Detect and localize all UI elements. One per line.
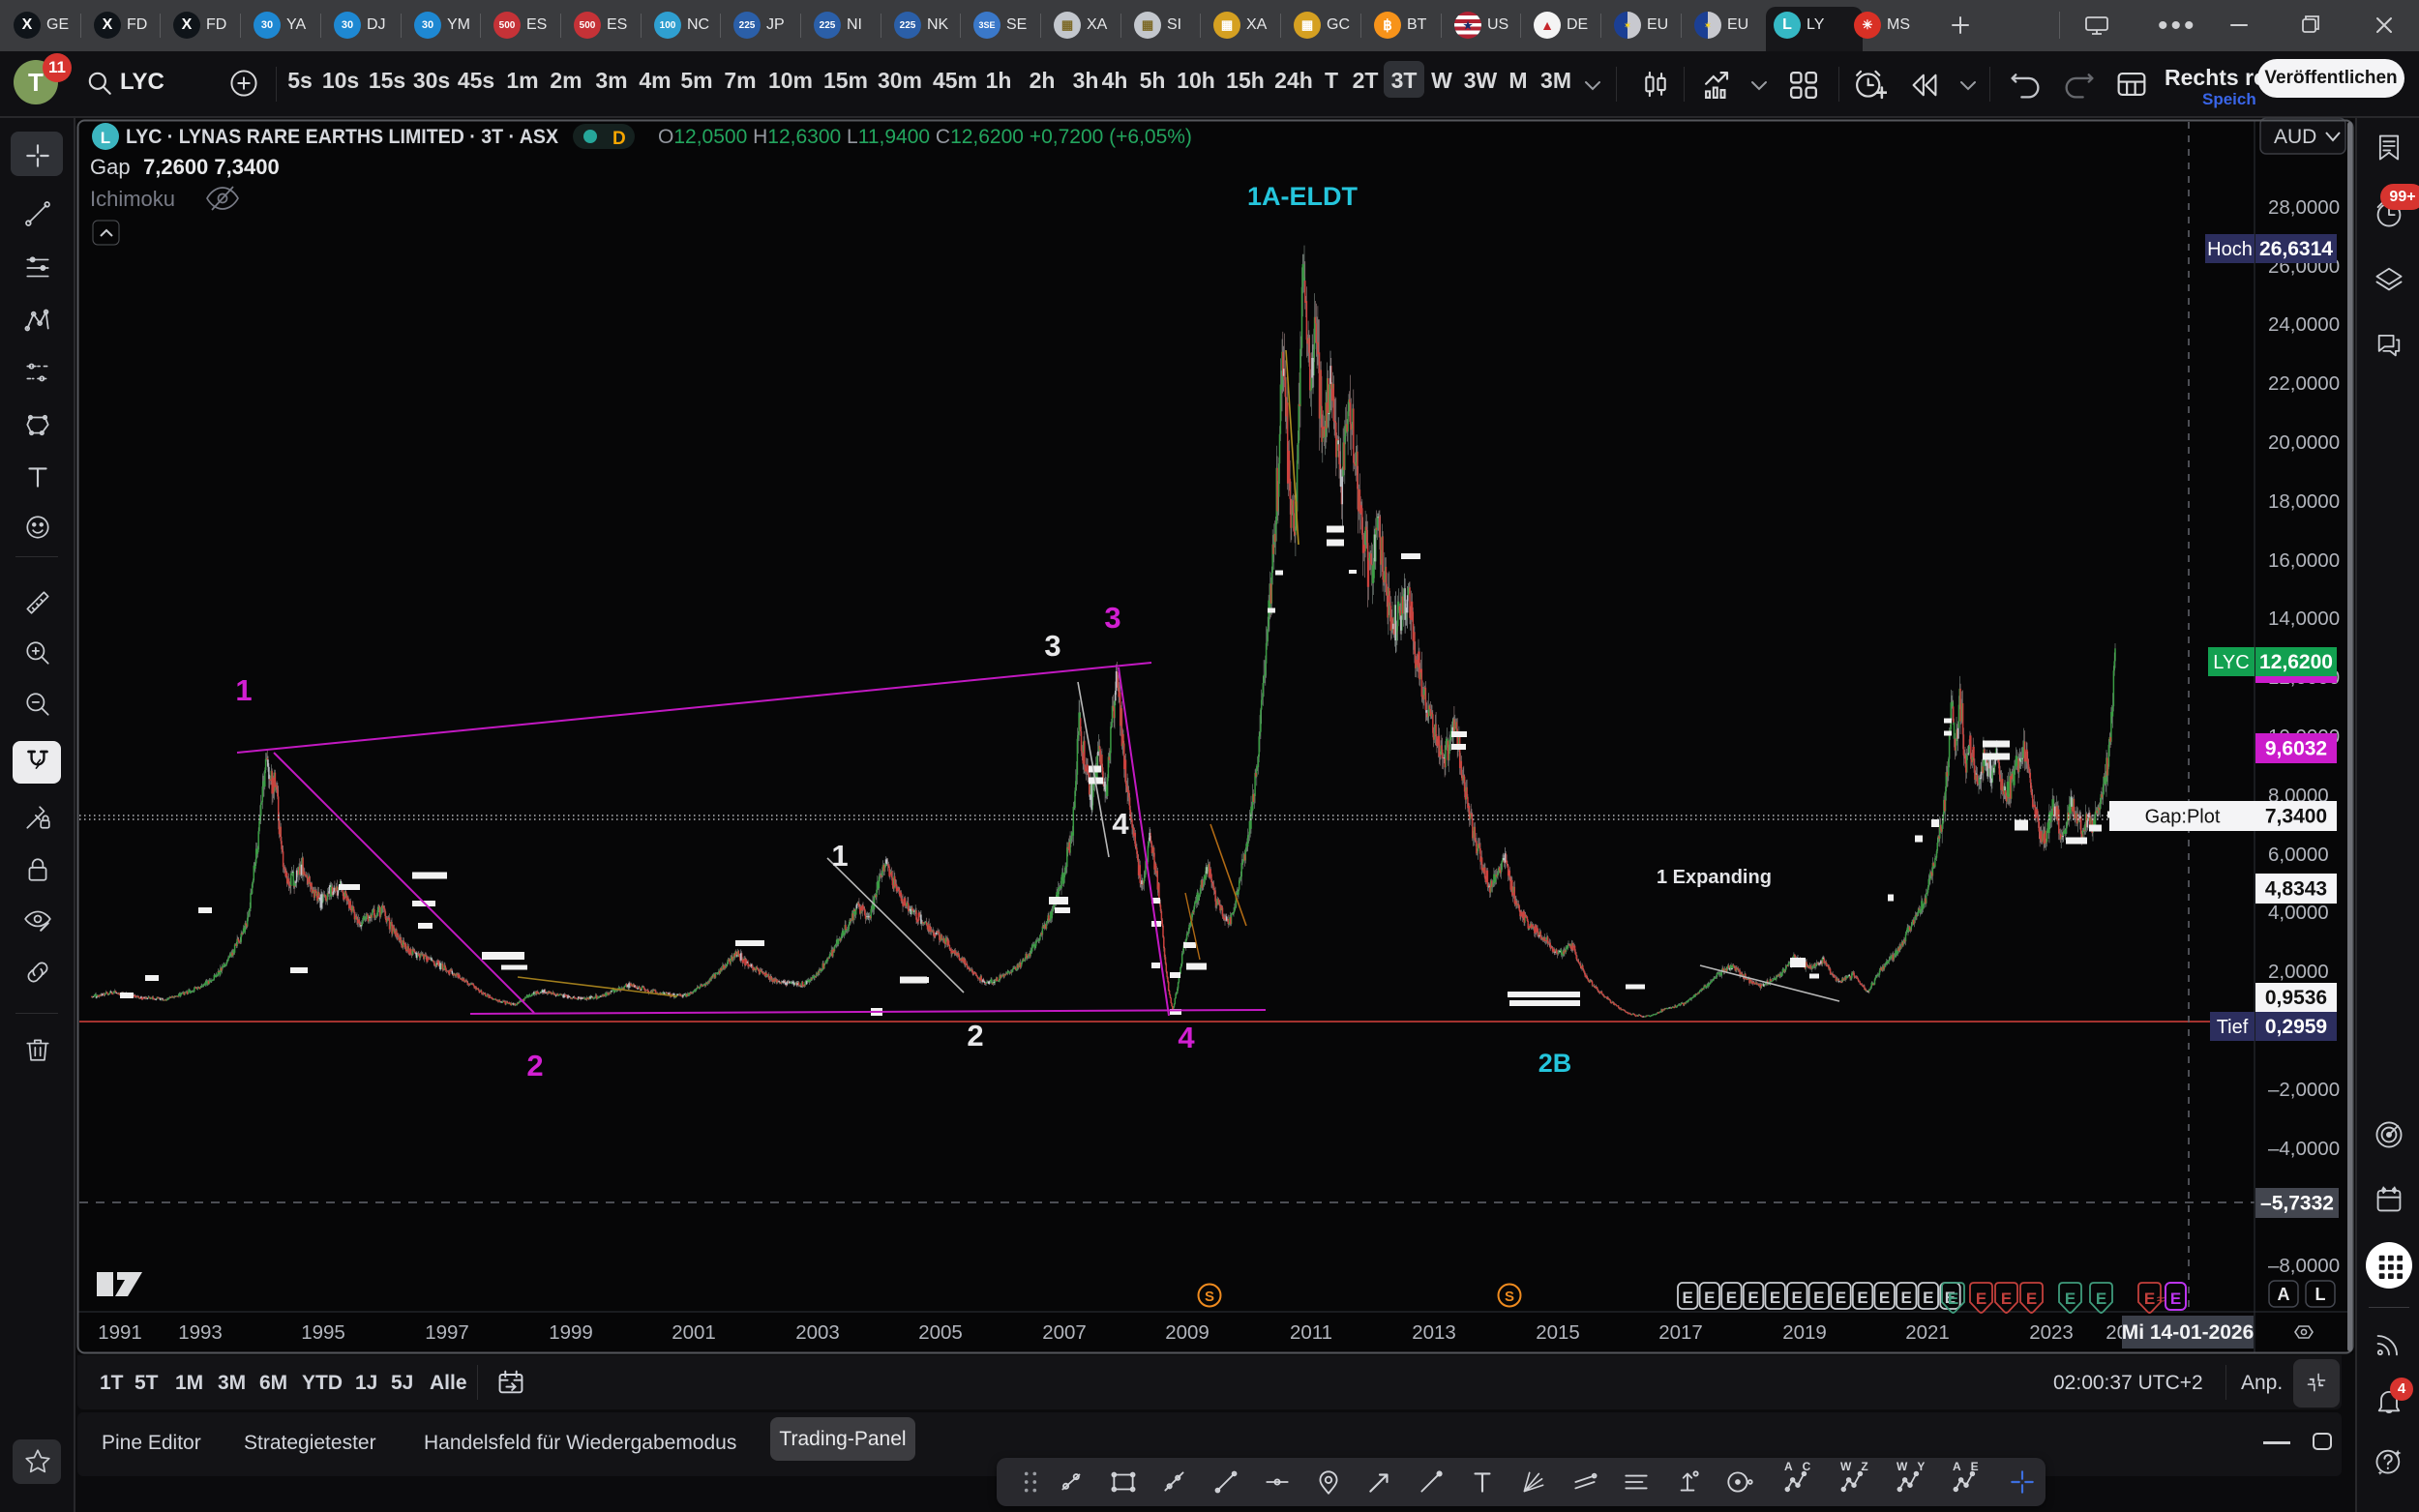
svg-text:E: E <box>1976 1290 1986 1308</box>
svg-text:E: E <box>1683 1289 1693 1307</box>
svg-text:14,0000: 14,0000 <box>2268 608 2340 630</box>
svg-text:2009: 2009 <box>1165 1321 1210 1344</box>
svg-text:Gap:Plot: Gap:Plot <box>2145 807 2221 828</box>
svg-text:2015: 2015 <box>1536 1321 1580 1344</box>
svg-text:16,0000: 16,0000 <box>2268 549 2340 572</box>
svg-text:–5,7332: –5,7332 <box>2260 1193 2334 1215</box>
svg-text:24,0000: 24,0000 <box>2268 313 2340 336</box>
svg-text:28,0000: 28,0000 <box>2268 196 2340 219</box>
svg-text:E: E <box>1901 1289 1912 1307</box>
svg-text:S: S <box>1205 1289 1214 1305</box>
svg-text:O12,0500 H12,6300 L11,9400 C12: O12,0500 H12,6300 L11,9400 C12,6200 +0,7… <box>658 126 1192 148</box>
svg-text:2017: 2017 <box>1658 1321 1703 1344</box>
svg-text:–4,0000: –4,0000 <box>2268 1138 2340 1160</box>
svg-text:≈: ≈ <box>2157 1291 2165 1308</box>
svg-text:E: E <box>1704 1289 1715 1307</box>
svg-text:2,0000: 2,0000 <box>2268 961 2329 983</box>
svg-text:E: E <box>2065 1290 2076 1308</box>
svg-text:1999: 1999 <box>549 1321 593 1344</box>
svg-text:3: 3 <box>1104 601 1120 635</box>
svg-text:1A-ELDT: 1A-ELDT <box>1247 182 1359 211</box>
svg-text:22,0000: 22,0000 <box>2268 372 2340 395</box>
svg-text:LYC: LYC <box>2213 652 2249 673</box>
svg-text:S: S <box>1505 1289 1514 1305</box>
svg-text:7,2600 7,3400: 7,2600 7,3400 <box>143 155 280 179</box>
svg-text:L: L <box>101 129 110 147</box>
svg-text:2: 2 <box>526 1049 543 1082</box>
svg-text:2: 2 <box>967 1019 983 1052</box>
svg-text:Gap: Gap <box>90 155 131 179</box>
svg-text:Mi 14-01-2026: Mi 14-01-2026 <box>2122 1321 2255 1344</box>
svg-text:1993: 1993 <box>178 1321 223 1344</box>
svg-text:E: E <box>1836 1289 1846 1307</box>
svg-text:1: 1 <box>235 673 252 707</box>
svg-text:E: E <box>2096 1290 2106 1308</box>
svg-text:AUD: AUD <box>2274 126 2316 148</box>
svg-text:1995: 1995 <box>301 1321 345 1344</box>
svg-text:26,6314: 26,6314 <box>2259 238 2333 260</box>
svg-text:Hoch: Hoch <box>2207 239 2253 260</box>
svg-text:E: E <box>2170 1290 2181 1308</box>
svg-text:20,0000: 20,0000 <box>2268 431 2340 454</box>
svg-text:L: L <box>2315 1285 2326 1304</box>
svg-text:E: E <box>2001 1290 2012 1308</box>
svg-text:4,8343: 4,8343 <box>2265 878 2327 901</box>
svg-text:E: E <box>1948 1290 1958 1308</box>
svg-text:A: A <box>2278 1285 2290 1304</box>
svg-text:6,0000: 6,0000 <box>2268 844 2329 866</box>
svg-text:–2,0000: –2,0000 <box>2268 1079 2340 1101</box>
svg-text:2001: 2001 <box>672 1321 716 1344</box>
svg-text:2011: 2011 <box>1290 1321 1332 1344</box>
svg-text:E: E <box>1923 1289 1933 1307</box>
svg-text:0,2959: 0,2959 <box>2265 1016 2327 1038</box>
svg-text:4: 4 <box>1178 1021 1195 1054</box>
svg-text:2019: 2019 <box>1782 1321 1827 1344</box>
svg-text:E: E <box>1747 1289 1758 1307</box>
svg-text:1 Expanding: 1 Expanding <box>1657 867 1772 888</box>
svg-text:4,0000: 4,0000 <box>2268 902 2329 924</box>
svg-text:9,6032: 9,6032 <box>2265 738 2327 760</box>
svg-text:E: E <box>1857 1289 1867 1307</box>
svg-text:3: 3 <box>1044 629 1060 663</box>
svg-text:1997: 1997 <box>425 1321 469 1344</box>
svg-text:E: E <box>1813 1289 1824 1307</box>
svg-text:E: E <box>1792 1289 1803 1307</box>
svg-text:Tief: Tief <box>2217 1017 2249 1038</box>
svg-text:2003: 2003 <box>795 1321 840 1344</box>
svg-text:12,6200: 12,6200 <box>2259 651 2333 673</box>
svg-text:LYC · LYNAS RARE EARTHS LIMITE: LYC · LYNAS RARE EARTHS LIMITED · 3T · A… <box>126 126 558 148</box>
svg-text:2023: 2023 <box>2029 1321 2074 1344</box>
svg-text:E: E <box>2144 1290 2155 1308</box>
svg-text:2B: 2B <box>1538 1049 1572 1078</box>
svg-text:E: E <box>2026 1290 2037 1308</box>
svg-text:2005: 2005 <box>918 1321 963 1344</box>
svg-text:Ichimoku: Ichimoku <box>90 187 175 211</box>
svg-text:2021: 2021 <box>1905 1321 1950 1344</box>
svg-text:4: 4 <box>1112 807 1129 841</box>
svg-text:D: D <box>612 129 626 149</box>
svg-text:E: E <box>1770 1289 1780 1307</box>
svg-text:E: E <box>1726 1289 1737 1307</box>
svg-text:18,0000: 18,0000 <box>2268 490 2340 513</box>
svg-text:7,3400: 7,3400 <box>2265 806 2327 828</box>
svg-text:–8,0000: –8,0000 <box>2268 1255 2340 1277</box>
svg-text:E: E <box>1879 1289 1890 1307</box>
svg-text:1: 1 <box>831 839 848 873</box>
svg-text:1991: 1991 <box>98 1321 142 1344</box>
svg-text:2007: 2007 <box>1042 1321 1087 1344</box>
svg-text:0,9536: 0,9536 <box>2265 987 2327 1009</box>
svg-text:2013: 2013 <box>1412 1321 1456 1344</box>
